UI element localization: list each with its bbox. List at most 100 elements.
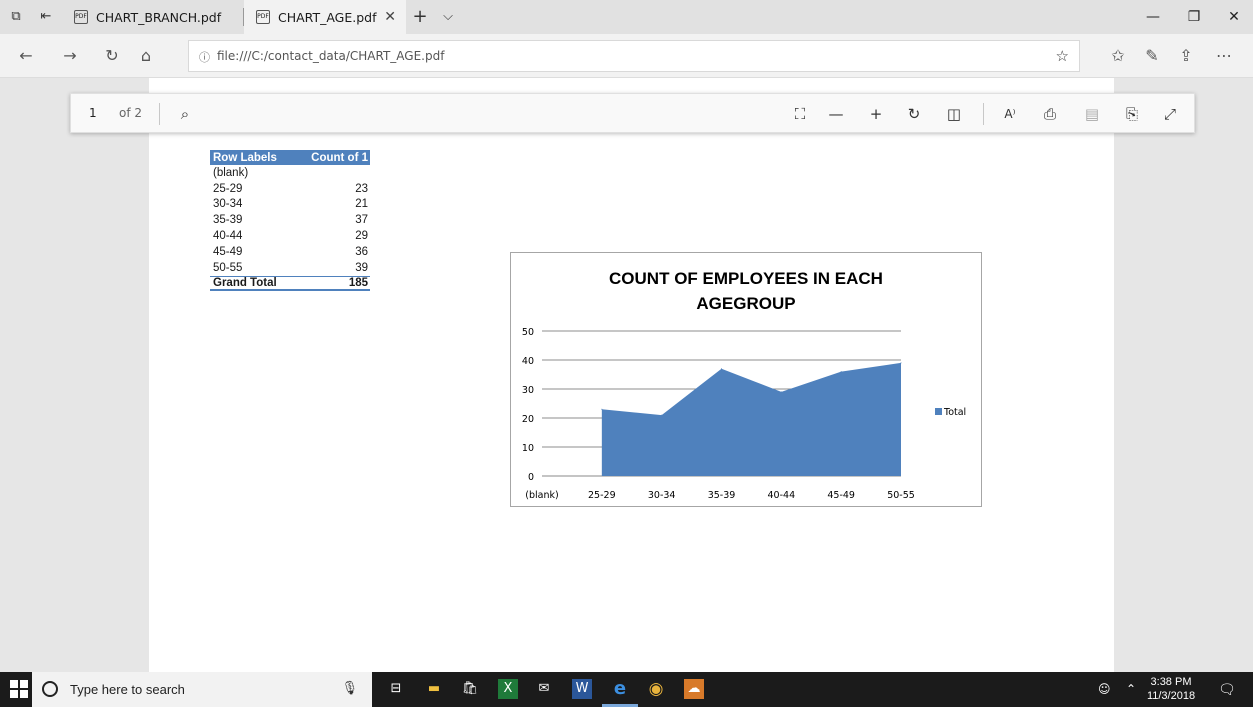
task-view-icon[interactable]: ⊟ — [386, 679, 406, 699]
word-icon[interactable]: W — [572, 679, 592, 699]
close-window-button[interactable]: ✕ — [1215, 0, 1253, 34]
row-label: Grand Total — [213, 276, 277, 289]
microphone-icon[interactable]: 🎙 — [341, 681, 358, 696]
read-aloud-icon[interactable]: A⁾ — [999, 103, 1021, 125]
x-tick-label: 50-55 — [887, 490, 915, 501]
taskbar-search-box[interactable]: Type here to search 🎙 — [32, 672, 372, 707]
tab-chart-age[interactable]: PDF CHART_AGE.pdf ✕ — [244, 0, 406, 34]
address-bar[interactable]: ⓘ file:///C:/contact_data/CHART_AGE.pdf … — [188, 40, 1080, 72]
pdf-toolbar: 1 of 2 ⌕ ⛶ — + ↻ ◫ A⁾ ⎙ ▤ ⎘ ⤢ — [70, 93, 1195, 133]
row-value: 21 — [355, 198, 368, 211]
table-row: 30-34 21 — [210, 197, 370, 213]
address-text: file:///C:/contact_data/CHART_AGE.pdf — [217, 49, 445, 63]
back-button[interactable]: ← — [16, 46, 36, 66]
x-tick-label: 45-49 — [827, 490, 855, 501]
excel-icon[interactable]: X — [498, 679, 518, 699]
save-as-icon[interactable]: ⎘ — [1121, 103, 1143, 125]
chart-title-line: COUNT OF EMPLOYEES IN EACH — [609, 269, 883, 288]
data-point — [840, 371, 842, 373]
tab-actions-icon[interactable]: ⧉ — [8, 9, 24, 25]
table-row: 25-29 23 — [210, 181, 370, 197]
page-number-input[interactable]: 1 — [89, 106, 97, 120]
row-value: 185 — [348, 276, 368, 289]
clock-date: 11/3/2018 — [1146, 690, 1196, 702]
cloud-app-icon[interactable]: ☁ — [684, 679, 704, 699]
x-tick-label: 35-39 — [708, 490, 736, 501]
row-value: 39 — [355, 261, 368, 274]
row-label: 50-55 — [213, 261, 243, 274]
chevron-down-icon[interactable]: ⌵ — [440, 9, 456, 25]
row-value: 23 — [355, 182, 368, 195]
action-center-icon[interactable]: 🗨 — [1218, 682, 1236, 698]
page-view-icon[interactable]: ◫ — [943, 103, 965, 125]
fit-page-icon[interactable]: ⛶ — [789, 103, 811, 125]
y-tick-label: 20 — [522, 414, 534, 425]
close-tab-icon[interactable]: ✕ — [384, 9, 396, 25]
rotate-icon[interactable]: ↻ — [903, 103, 925, 125]
table-row: 40-44 29 — [210, 228, 370, 244]
tab-label: CHART_AGE.pdf — [278, 9, 377, 25]
data-point — [780, 391, 782, 393]
clock[interactable]: 3:38 PM 11/3/2018 — [1141, 675, 1201, 703]
pdf-file-icon: PDF — [256, 10, 270, 24]
area-chart: COUNT OF EMPLOYEES IN EACH AGEGROUP 0 10 20 3… — [510, 252, 982, 507]
new-tab-icon[interactable]: + — [412, 8, 428, 26]
y-tick-label: 0 — [528, 472, 534, 483]
x-tick-label: 25-29 — [588, 490, 616, 501]
table-row: 45-49 36 — [210, 244, 370, 260]
chrome-icon[interactable]: ◉ — [646, 679, 666, 699]
home-button[interactable]: ⌂ — [136, 46, 156, 66]
y-tick-label: 10 — [522, 443, 534, 454]
mail-icon[interactable]: ✉ — [534, 679, 554, 699]
table-row: 50-55 39 — [210, 260, 370, 276]
tab-chart-branch[interactable]: PDF CHART_BRANCH.pdf — [64, 0, 242, 34]
row-label: 25-29 — [213, 182, 243, 195]
pdf-file-icon: PDF — [74, 10, 88, 24]
navigation-bar: ← → ↻ ⌂ ⓘ file:///C:/contact_data/CHART_… — [0, 34, 1253, 78]
grand-total-row: Grand Total 185 — [210, 275, 370, 292]
info-icon[interactable]: ⓘ — [199, 49, 210, 65]
chevron-up-icon[interactable]: ⌃ — [1126, 682, 1136, 696]
set-tabs-aside-icon[interactable]: ⇤ — [38, 9, 54, 25]
row-label: 30-34 — [213, 198, 243, 211]
table-row: 35-39 37 — [210, 212, 370, 228]
restore-button[interactable]: ❐ — [1175, 0, 1213, 34]
save-icon[interactable]: ▤ — [1081, 103, 1103, 125]
row-label: 35-39 — [213, 214, 243, 227]
refresh-button[interactable]: ↻ — [102, 46, 122, 66]
file-explorer-icon[interactable]: ▬ — [424, 679, 444, 699]
data-point — [661, 414, 663, 416]
zoom-in-icon[interactable]: + — [865, 103, 887, 125]
toolbar-divider — [159, 103, 160, 125]
fullscreen-icon[interactable]: ⤢ — [1159, 103, 1181, 125]
row-label: 40-44 — [213, 230, 243, 243]
toolbar-divider — [983, 103, 984, 125]
zoom-out-icon[interactable]: — — [825, 103, 847, 125]
store-icon[interactable]: 🛍 — [460, 679, 480, 699]
search-placeholder: Type here to search — [70, 682, 185, 697]
search-icon[interactable]: ⌕ — [174, 103, 196, 125]
people-icon[interactable]: ☺ — [1098, 682, 1111, 696]
print-icon[interactable]: ⎙ — [1039, 103, 1061, 125]
favorites-icon[interactable]: ✩ — [1108, 46, 1128, 66]
edge-icon[interactable]: e — [610, 679, 630, 699]
pivot-table: Row Labels Count of 1 (blank) 25-29 23 30… — [210, 150, 370, 292]
notes-icon[interactable]: ✎ — [1142, 46, 1162, 66]
forward-button[interactable]: → — [60, 46, 80, 66]
x-tick-label: (blank) — [525, 490, 558, 501]
y-tick-label: 30 — [522, 385, 534, 396]
x-tick-label: 40-44 — [768, 490, 796, 501]
column-header: Row Labels — [213, 151, 277, 164]
windows-start-icon[interactable] — [10, 680, 28, 698]
more-icon[interactable]: ⋯ — [1214, 46, 1234, 66]
table-row: (blank) — [210, 165, 370, 181]
page-count: of 2 — [119, 106, 143, 120]
favorite-star-icon[interactable]: ☆ — [1056, 47, 1069, 65]
tab-label: CHART_BRANCH.pdf — [96, 9, 222, 25]
title-bar: ⧉ ⇤ PDF CHART_BRANCH.pdf PDF CHART_AGE.p… — [0, 0, 1253, 34]
share-icon[interactable]: ⇪ — [1176, 46, 1196, 66]
minimize-button[interactable]: — — [1134, 0, 1172, 34]
cortana-icon[interactable] — [42, 681, 58, 697]
data-point — [721, 368, 722, 370]
row-value: 36 — [355, 245, 368, 258]
